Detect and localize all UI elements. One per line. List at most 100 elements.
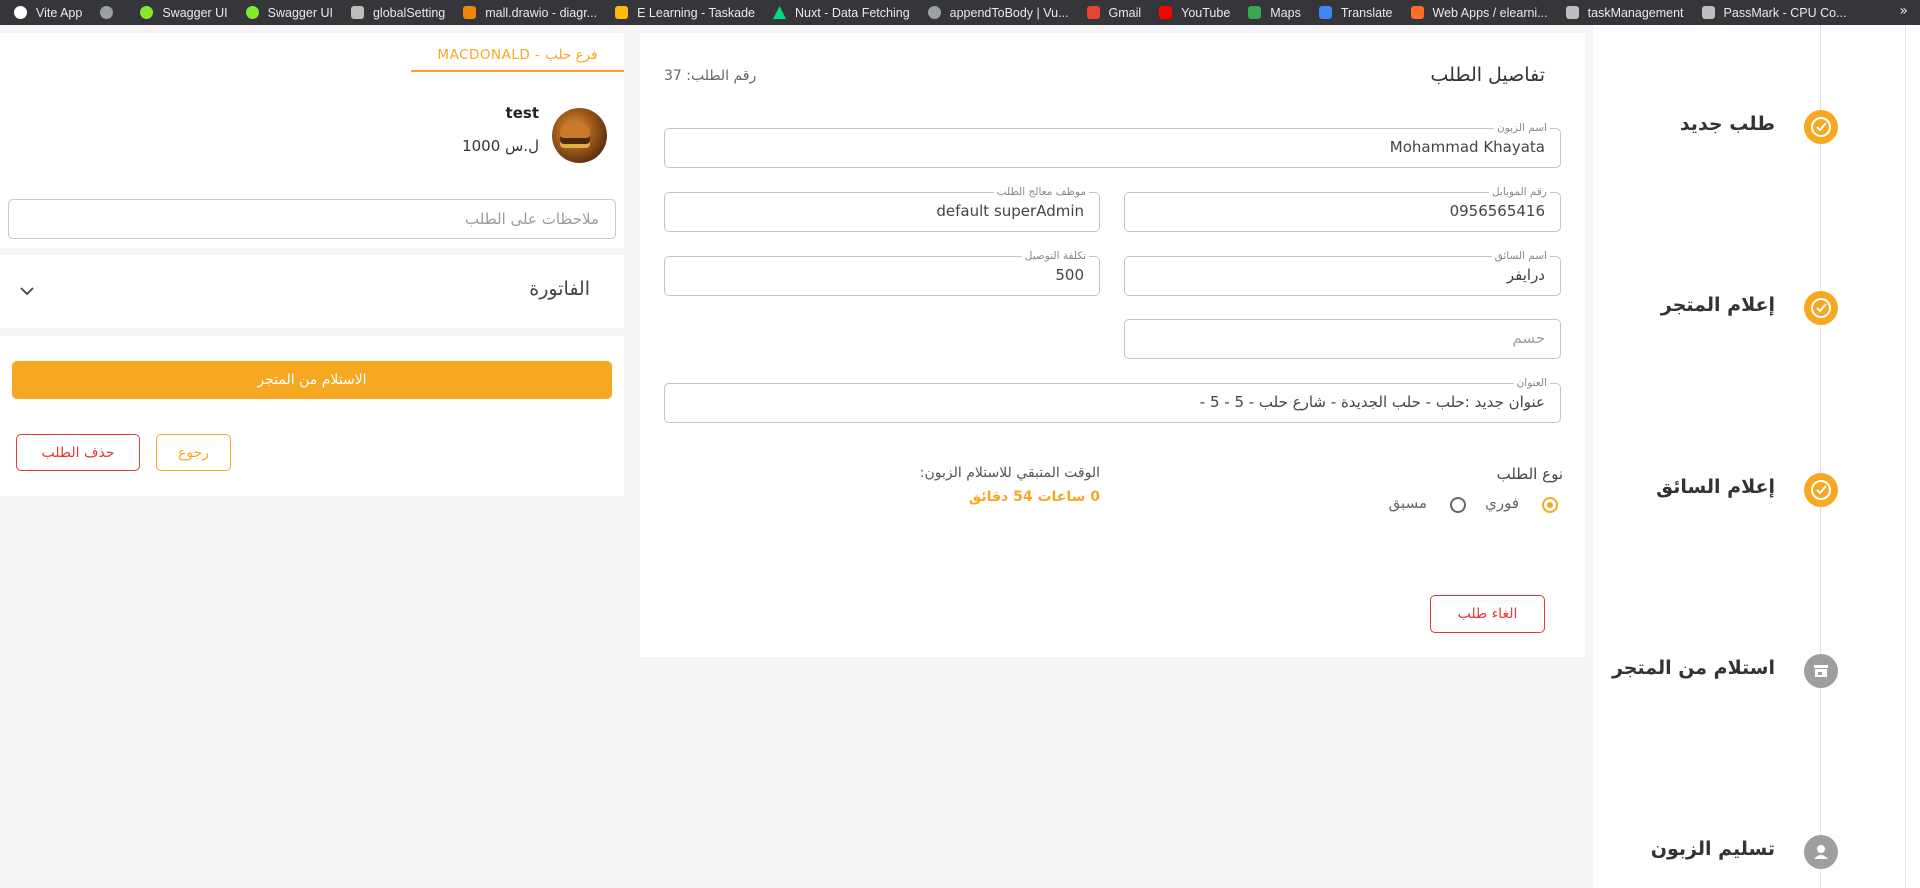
taskade-icon [615, 6, 629, 19]
bookmark-label: Vite App [36, 5, 83, 20]
field-label: اسم السائق [1491, 249, 1550, 263]
discount-field[interactable]: حسم [1124, 319, 1561, 359]
bookmark-label: Swagger UI [162, 5, 228, 20]
scrollbar-track[interactable] [1905, 25, 1906, 888]
bookmark-task-management[interactable]: taskManagement [1565, 5, 1684, 20]
bookmark-append-to-body[interactable]: appendToBody | Vu... [927, 5, 1069, 20]
youtube-icon [1159, 6, 1173, 19]
mobile-field[interactable]: رقم الموبايل 0956565416 [1124, 185, 1561, 232]
page-icon [350, 6, 364, 19]
field-value: درايفر [1506, 266, 1545, 284]
order-type-scheduled-radio[interactable] [1450, 497, 1466, 513]
branch-tab[interactable]: MACDONALD - فرع حلب [411, 42, 624, 72]
bookmark-label: YouTube [1181, 5, 1231, 20]
globe-icon [927, 6, 941, 19]
bookmark-label: Translate [1340, 5, 1393, 20]
delivery-cost-field[interactable]: تكلفة التوصيل 500 [664, 249, 1100, 296]
order-number: رقم الطلب: 37 [664, 68, 757, 84]
order-actions-card: الاستلام من المتجر رجوع حذف الطلب [0, 336, 624, 496]
globe-icon [100, 6, 114, 19]
bookmark-translate[interactable]: Translate [1318, 5, 1393, 20]
order-type-immediate-radio[interactable] [1542, 497, 1558, 513]
delete-order-button[interactable]: حذف الطلب [16, 434, 140, 471]
radio-label: فوري [1485, 494, 1519, 512]
store-icon [1804, 654, 1838, 688]
remaining-time-label: الوقت المتبقي للاستلام الزبون: [919, 465, 1100, 481]
step-deliver-customer: تسليم الزبون [1650, 838, 1775, 860]
store-pickup-button[interactable]: الاستلام من المتجر [12, 361, 612, 399]
bookmark-globe[interactable] [100, 6, 122, 19]
bookmark-label: globalSetting [372, 5, 446, 20]
product-name: test [505, 104, 539, 122]
page-icon [1565, 6, 1579, 19]
field-placeholder: حسم [1512, 329, 1545, 347]
field-label: العنوان [1513, 376, 1550, 390]
gmail-icon [1086, 6, 1100, 19]
bookmark-taskade[interactable]: E Learning - Taskade [615, 6, 755, 20]
field-label: اسم الزبون [1493, 121, 1550, 135]
remaining-time-value: 0 ساعات 54 دقائق [968, 489, 1100, 505]
nuxt-icon [773, 6, 787, 19]
driver-name-field[interactable]: اسم السائق درايفر [1124, 249, 1561, 296]
more-bookmarks-button[interactable]: » [1899, 3, 1908, 19]
field-value: Mohammad Khayata [1389, 138, 1545, 156]
bookmark-vite-app[interactable]: Vite App [14, 6, 82, 20]
check-circle-icon [1804, 473, 1838, 507]
bookmark-global-setting[interactable]: globalSetting [350, 5, 446, 20]
order-details-card: تفاصيل الطلب رقم الطلب: 37 اسم الزبون Mo… [640, 33, 1585, 657]
step-store-pickup: استلام من المتجر [1611, 657, 1775, 679]
bookmark-gitlab[interactable]: Web Apps / elearni... [1410, 6, 1548, 20]
product-image [552, 108, 607, 163]
translate-icon [1318, 6, 1332, 19]
check-circle-icon [1804, 291, 1838, 325]
maps-icon [1248, 6, 1262, 19]
bookmark-label: Nuxt - Data Fetching [795, 5, 910, 20]
bookmark-passmark[interactable]: PassMark - CPU Co... [1701, 5, 1847, 20]
order-items-card: MACDONALD - فرع حلب test 1000 ل.س [0, 33, 624, 248]
bookmark-maps[interactable]: Maps [1248, 6, 1301, 20]
cancel-order-button[interactable]: الغاء طلب [1430, 595, 1545, 633]
customer-name-field[interactable]: اسم الزبون Mohammad Khayata [664, 121, 1561, 168]
step-new-order: طلب جديد [1679, 113, 1775, 135]
invoice-accordion[interactable]: الفاتورة [0, 255, 624, 328]
field-label: رقم الموبايل [1488, 185, 1550, 199]
field-value: 500 [1055, 266, 1084, 284]
bookmark-swagger-2[interactable]: Swagger UI [245, 5, 333, 20]
chevron-down-icon [20, 287, 34, 296]
bookmark-label: taskManagement [1587, 5, 1684, 20]
bookmark-label: Gmail [1108, 5, 1142, 20]
field-label: تكلفة التوصيل [1021, 249, 1089, 263]
bookmark-label: Maps [1270, 5, 1301, 20]
field-value: عنوان جديد :حلب - حلب الجديدة - شارع حلب… [1199, 393, 1545, 411]
back-button[interactable]: رجوع [156, 434, 231, 471]
bookmark-swagger-1[interactable]: Swagger UI [140, 5, 228, 20]
order-type-label: نوع الطلب [1496, 465, 1563, 483]
stepper-line [1820, 25, 1821, 888]
page-title: تفاصيل الطلب [1430, 64, 1545, 86]
drawio-icon [463, 6, 477, 19]
vite-icon [14, 6, 27, 19]
bookmark-drawio[interactable]: mall.drawio - diagr... [463, 6, 597, 20]
product-price: 1000 ل.س [462, 137, 539, 155]
passmark-icon [1701, 6, 1715, 19]
bookmark-label: PassMark - CPU Co... [1723, 5, 1847, 20]
bookmark-nuxt[interactable]: Nuxt - Data Fetching [773, 6, 910, 20]
radio-label: مسبق [1388, 494, 1427, 512]
bookmark-label: appendToBody | Vu... [949, 5, 1069, 20]
bookmark-youtube[interactable]: YouTube [1159, 6, 1230, 20]
order-status-stepper: طلب جديد إعلام المتجر إعلام السائق استلا… [1593, 25, 1920, 888]
person-icon [1804, 835, 1838, 869]
step-notify-store: إعلام المتجر [1660, 294, 1775, 316]
order-handler-field[interactable]: موظف معالج الطلب default superAdmin [664, 185, 1100, 232]
field-label: موظف معالج الطلب [993, 185, 1089, 199]
bookmark-label: mall.drawio - diagr... [485, 5, 598, 20]
bookmark-label: Swagger UI [267, 5, 333, 20]
invoice-title: الفاتورة [529, 278, 590, 300]
swagger-icon [140, 6, 154, 19]
bookmark-gmail[interactable]: Gmail [1086, 5, 1142, 20]
step-notify-driver: إعلام السائق [1656, 476, 1775, 498]
address-field[interactable]: العنوان عنوان جديد :حلب - حلب الجديدة - … [664, 376, 1561, 423]
gitlab-icon [1410, 6, 1424, 19]
order-notes-input[interactable] [8, 199, 616, 239]
check-circle-icon [1804, 110, 1838, 144]
